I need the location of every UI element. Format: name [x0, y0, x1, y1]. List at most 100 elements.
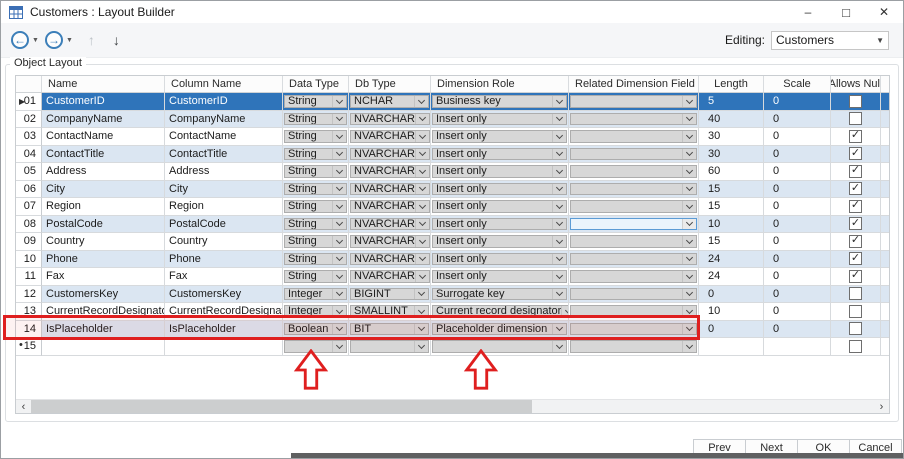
column-header-data-type[interactable]: Data Type — [283, 76, 349, 92]
cell-length[interactable]: 15 — [699, 198, 764, 216]
allows-null-checkbox[interactable]: ✓ — [831, 128, 881, 146]
checkbox-unchecked[interactable]: ✓ — [849, 340, 862, 353]
dropdown-arrow-icon[interactable] — [415, 149, 429, 160]
cell-dimension-role-dropdown[interactable]: Insert only — [431, 111, 569, 129]
dropdown-arrow-icon[interactable] — [682, 341, 696, 352]
cell-column-name[interactable]: ContactName — [165, 128, 283, 146]
move-down-button[interactable]: ↓ — [113, 32, 120, 48]
dropdown-arrow-icon[interactable] — [552, 114, 566, 125]
forward-button[interactable]: → — [45, 31, 63, 49]
close-button[interactable]: ✕ — [865, 1, 903, 23]
allows-null-checkbox[interactable]: ✓ — [831, 163, 881, 181]
maximize-button[interactable]: □ — [827, 1, 865, 23]
cell-dimension-role-dropdown[interactable]: Insert only — [431, 163, 569, 181]
cell-length[interactable]: 10 — [699, 216, 764, 234]
cell-name[interactable]: CustomerID — [42, 93, 165, 111]
cell-dimension-role-dropdown[interactable] — [431, 338, 569, 356]
dropdown-arrow-icon[interactable] — [682, 236, 696, 247]
dropdown-arrow-icon[interactable] — [682, 184, 696, 195]
dropdown-arrow-icon[interactable] — [682, 149, 696, 160]
cell-column-name[interactable]: PostalCode — [165, 216, 283, 234]
cell-related-dropdown[interactable] — [569, 321, 699, 339]
cell-dimension-role-dropdown[interactable]: Insert only — [431, 146, 569, 164]
cell-related-dropdown[interactable] — [569, 268, 699, 286]
checkbox-checked[interactable]: ✓ — [849, 165, 862, 178]
column-header-db-type[interactable]: Db Type — [349, 76, 431, 92]
dropdown-arrow-icon[interactable] — [414, 289, 428, 300]
dropdown-arrow-icon[interactable] — [332, 96, 346, 107]
dropdown-arrow-icon[interactable] — [552, 184, 566, 195]
dropdown-arrow-icon[interactable] — [415, 201, 429, 212]
dropdown-arrow-icon[interactable] — [552, 341, 566, 352]
cell-db-type-dropdown[interactable]: NVARCHAR — [349, 233, 431, 251]
cell-column-name[interactable]: CustomersKey — [165, 286, 283, 304]
cell-related-dropdown[interactable] — [569, 303, 699, 321]
dropdown-arrow-icon[interactable] — [415, 114, 429, 125]
dropdown-arrow-icon[interactable] — [332, 219, 346, 230]
cell-db-type-dropdown[interactable]: NVARCHAR — [349, 198, 431, 216]
allows-null-checkbox[interactable]: ✓ — [831, 338, 881, 356]
cell-data-type-dropdown[interactable]: String — [283, 233, 349, 251]
row-header[interactable]: ▶01 — [16, 93, 42, 111]
checkbox-checked[interactable]: ✓ — [849, 217, 862, 230]
cell-name[interactable]: City — [42, 181, 165, 199]
cell-length[interactable] — [699, 338, 764, 356]
allows-null-checkbox[interactable]: ✓ — [831, 198, 881, 216]
dropdown-arrow-icon[interactable] — [561, 306, 569, 317]
cell-column-name[interactable]: CustomerID — [165, 93, 283, 111]
cell-related-dropdown[interactable] — [569, 93, 699, 111]
dropdown-arrow-icon[interactable] — [414, 341, 428, 352]
cell-column-name[interactable]: City — [165, 181, 283, 199]
cell-name[interactable]: Region — [42, 198, 165, 216]
checkbox-unchecked[interactable]: ✓ — [849, 305, 862, 318]
cell-scale[interactable]: 0 — [764, 111, 831, 129]
dropdown-arrow-icon[interactable] — [414, 96, 428, 107]
checkbox-checked[interactable]: ✓ — [849, 235, 862, 248]
cell-related-dropdown[interactable] — [569, 233, 699, 251]
column-header-num[interactable] — [16, 76, 42, 92]
dropdown-arrow-icon[interactable] — [682, 114, 696, 125]
cell-column-name[interactable]: Address — [165, 163, 283, 181]
cell-name[interactable] — [42, 338, 165, 356]
cell-db-type-dropdown[interactable]: NVARCHAR — [349, 181, 431, 199]
row-header[interactable]: 11 — [16, 268, 42, 286]
cell-scale[interactable]: 0 — [764, 321, 831, 339]
column-header-scale[interactable]: Scale — [764, 76, 831, 92]
dropdown-arrow-icon[interactable] — [414, 324, 428, 335]
cell-db-type-dropdown[interactable]: NVARCHAR — [349, 251, 431, 269]
cell-data-type-dropdown[interactable]: String — [283, 128, 349, 146]
dropdown-arrow-icon[interactable] — [332, 114, 346, 125]
cell-data-type-dropdown[interactable]: String — [283, 146, 349, 164]
cell-column-name[interactable]: CompanyName — [165, 111, 283, 129]
cell-dimension-role-dropdown[interactable]: Insert only — [431, 181, 569, 199]
minimize-button[interactable]: – — [789, 1, 827, 23]
cell-column-name[interactable]: IsPlaceholder — [165, 321, 283, 339]
row-header[interactable]: 05 — [16, 163, 42, 181]
dropdown-arrow-icon[interactable] — [552, 96, 566, 107]
dropdown-arrow-icon[interactable] — [552, 201, 566, 212]
cell-related-dropdown[interactable] — [569, 286, 699, 304]
allows-null-checkbox[interactable]: ✓ — [831, 93, 881, 111]
dropdown-arrow-icon[interactable] — [552, 236, 566, 247]
cell-dimension-role-dropdown[interactable]: Insert only — [431, 128, 569, 146]
dropdown-arrow-icon[interactable] — [552, 324, 566, 335]
dropdown-arrow-icon[interactable] — [332, 341, 346, 352]
cell-scale[interactable]: 0 — [764, 251, 831, 269]
cell-name[interactable]: Fax — [42, 268, 165, 286]
scroll-right-icon[interactable]: › — [874, 400, 889, 413]
cell-column-name[interactable]: Region — [165, 198, 283, 216]
dropdown-arrow-icon[interactable] — [682, 131, 696, 142]
cell-scale[interactable]: 0 — [764, 181, 831, 199]
row-header[interactable]: 12 — [16, 286, 42, 304]
cell-dimension-role-dropdown[interactable]: Placeholder dimension — [431, 321, 569, 339]
cell-name[interactable]: Country — [42, 233, 165, 251]
cell-scale[interactable]: 0 — [764, 93, 831, 111]
dropdown-arrow-icon[interactable] — [682, 96, 696, 107]
cell-dimension-role-dropdown[interactable]: Insert only — [431, 198, 569, 216]
scroll-left-icon[interactable]: ‹ — [16, 400, 31, 413]
cell-db-type-dropdown[interactable]: NVARCHAR — [349, 128, 431, 146]
dropdown-arrow-icon[interactable] — [682, 324, 696, 335]
row-header[interactable]: 07 — [16, 198, 42, 216]
cell-db-type-dropdown[interactable]: NVARCHAR — [349, 111, 431, 129]
dropdown-arrow-icon[interactable] — [332, 289, 346, 300]
